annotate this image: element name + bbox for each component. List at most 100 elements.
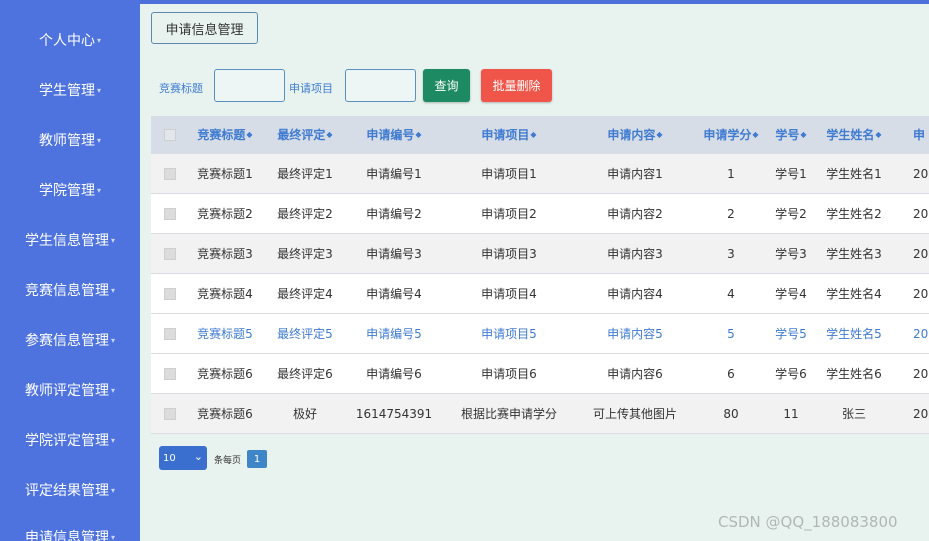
sidebar-item-label: 评定结果管理 <box>24 483 109 499</box>
table-cell: 学生姓名2 <box>826 207 882 221</box>
sort-icon: ◆ <box>415 130 422 139</box>
chevron-down-icon: ▾ <box>110 532 115 541</box>
chevron-down-icon: ▾ <box>110 485 115 495</box>
column-header[interactable]: 竞赛标题 ◆ <box>189 116 261 153</box>
row-checkbox[interactable] <box>164 287 176 300</box>
sort-icon: ◆ <box>530 130 537 139</box>
sidebar-item-teacher-evaluation[interactable]: 教师评定管理 ▾ <box>0 365 140 415</box>
column-header[interactable]: 申请内容 ◆ <box>579 116 691 153</box>
table-row[interactable]: 竞赛标题3 最终评定3 申请编号3 申请项目3 申请内容3 3 学号3 学生姓名3 202 <box>151 234 929 274</box>
sidebar-item-student-management[interactable]: 学生管理 ▾ <box>0 65 140 115</box>
sidebar-item-college-evaluation[interactable]: 学院评定管理 ▾ <box>0 415 140 465</box>
row-checkbox[interactable] <box>164 207 176 220</box>
table-row[interactable]: 竞赛标题6 极好 1614754391 根据比赛申请学分 可上传其他图片 80 11 张三 20… <box>151 394 929 434</box>
table-cell: 竞赛标题1 <box>197 167 253 181</box>
sort-icon: ◆ <box>875 130 882 139</box>
column-header[interactable]: 申请学分 ◆ <box>691 116 771 153</box>
table-cell: 申请内容5 <box>607 327 663 341</box>
table-cell: 申请项目2 <box>481 207 537 221</box>
column-header[interactable]: 学生姓名 ◆ <box>811 116 897 153</box>
table-cell: 202 <box>913 366 929 381</box>
application-info-management-button[interactable]: 申请信息管理 <box>151 12 258 44</box>
row-checkbox[interactable] <box>164 247 176 260</box>
table-cell: 202 <box>913 246 929 261</box>
row-checkbox-cell[interactable] <box>151 154 189 193</box>
table-cell: 202 <box>913 406 929 421</box>
chevron-down-icon: ▾ <box>96 135 101 145</box>
sidebar-item-personal-center[interactable]: 个人中心 ▾ <box>0 15 140 65</box>
sidebar: 个人中心 ▾ 学生管理 ▾ 教师管理 ▾ 学院管理 ▾ 学生信息管理 ▾ 竞赛信息管理 ▾ … <box>0 0 140 541</box>
sidebar-item-label: 教师评定管理 <box>24 383 109 399</box>
sort-icon: ◆ <box>800 130 807 139</box>
table-row[interactable]: 竞赛标题2 最终评定2 申请编号2 申请项目2 申请内容2 2 学号2 学生姓名2 202 <box>151 194 929 234</box>
sidebar-item-application-info[interactable]: 申请信息管理 ▾ <box>0 512 140 541</box>
table-cell: 11 <box>783 406 799 421</box>
table-row[interactable]: 竞赛标题1 最终评定1 申请编号1 申请项目1 申请内容1 1 学号1 学生姓名1 202 <box>151 154 929 194</box>
sidebar-item-teacher-management[interactable]: 教师管理 ▾ <box>0 115 140 165</box>
table-cell: 竞赛标题3 <box>197 247 253 261</box>
table-cell: 根据比赛申请学分 <box>460 407 557 421</box>
query-button[interactable]: 查询 <box>423 69 470 102</box>
select-all-checkbox-cell[interactable] <box>151 116 189 153</box>
batch-delete-button[interactable]: 批量删除 <box>481 69 552 102</box>
table-cell: 202 <box>913 286 929 301</box>
sidebar-item-college-management[interactable]: 学院管理 ▾ <box>0 165 140 215</box>
table-cell: 竞赛标题6 <box>197 407 253 421</box>
row-checkbox[interactable] <box>164 327 176 340</box>
row-checkbox-cell[interactable] <box>151 274 189 313</box>
column-header[interactable]: 申请编号 ◆ <box>349 116 439 153</box>
row-checkbox-cell[interactable] <box>151 234 189 273</box>
sidebar-item-label: 学生管理 <box>38 83 95 99</box>
sidebar-item-label: 申请信息管理 <box>24 530 109 541</box>
table-cell: 最终评定5 <box>277 327 333 341</box>
page-size-select[interactable]: 10 ⌄ <box>159 446 207 470</box>
table-cell: 申请编号5 <box>366 327 422 341</box>
table-cell: 申请内容6 <box>607 367 663 381</box>
page-number-button[interactable]: 1 <box>247 450 267 468</box>
table-cell: 学生姓名5 <box>826 327 882 341</box>
table-cell: 学生姓名4 <box>826 287 882 301</box>
competition-title-input[interactable] <box>214 69 285 102</box>
sort-icon: ◆ <box>752 130 759 139</box>
row-checkbox[interactable] <box>164 167 176 180</box>
main-content: 申请信息管理 竞赛标题 申请项目 查询 批量删除 竞赛标题 ◆ 最终评定 ◆ 申请编… <box>140 4 929 541</box>
table-row[interactable]: 竞赛标题5 最终评定5 申请编号5 申请项目5 申请内容5 5 学号5 学生姓名5 202 <box>151 314 929 354</box>
table-row[interactable]: 竞赛标题4 最终评定4 申请编号4 申请项目4 申请内容4 4 学号4 学生姓名4 202 <box>151 274 929 314</box>
table-cell: 申请编号2 <box>366 207 422 221</box>
table-cell: 80 <box>723 406 739 421</box>
table-cell: 学号2 <box>775 207 807 221</box>
column-header[interactable]: 学号 ◆ <box>771 116 811 153</box>
sidebar-item-label: 学院评定管理 <box>24 433 109 449</box>
sidebar-item-participation-info[interactable]: 参赛信息管理 ▾ <box>0 315 140 365</box>
table-cell: 1 <box>727 166 735 181</box>
table-row[interactable]: 竞赛标题6 最终评定6 申请编号6 申请项目6 申请内容6 6 学号6 学生姓名6 202 <box>151 354 929 394</box>
chevron-down-icon: ▾ <box>96 35 101 45</box>
sidebar-item-evaluation-results[interactable]: 评定结果管理 ▾ <box>0 465 140 515</box>
row-checkbox-cell[interactable] <box>151 314 189 353</box>
sidebar-item-student-info[interactable]: 学生信息管理 ▾ <box>0 215 140 265</box>
row-checkbox[interactable] <box>164 407 176 420</box>
table-cell: 可上传其他图片 <box>592 407 677 421</box>
row-checkbox-cell[interactable] <box>151 194 189 233</box>
sidebar-item-label: 教师管理 <box>38 133 95 149</box>
select-all-checkbox[interactable] <box>164 128 176 141</box>
column-header[interactable]: 申 <box>897 116 929 153</box>
table-cell: 申请项目4 <box>481 287 537 301</box>
column-header[interactable]: 申请项目 ◆ <box>439 116 579 153</box>
table-cell: 申请项目1 <box>481 167 537 181</box>
table-cell: 1614754391 <box>355 406 433 421</box>
table-cell: 张三 <box>841 407 866 421</box>
table-cell: 申请内容4 <box>607 287 663 301</box>
chevron-down-icon: ▾ <box>110 385 115 395</box>
sidebar-item-competition-info[interactable]: 竞赛信息管理 ▾ <box>0 265 140 315</box>
watermark: CSDN @QQ_188083800 <box>718 513 898 531</box>
row-checkbox-cell[interactable] <box>151 354 189 393</box>
application-project-input[interactable] <box>345 69 416 102</box>
column-header[interactable]: 最终评定 ◆ <box>261 116 349 153</box>
table-cell: 4 <box>727 286 735 301</box>
row-checkbox-cell[interactable] <box>151 394 189 433</box>
row-checkbox[interactable] <box>164 367 176 380</box>
sort-icon: ◆ <box>656 130 663 139</box>
chevron-down-icon: ▾ <box>110 235 115 245</box>
table-cell: 学生姓名1 <box>826 167 882 181</box>
